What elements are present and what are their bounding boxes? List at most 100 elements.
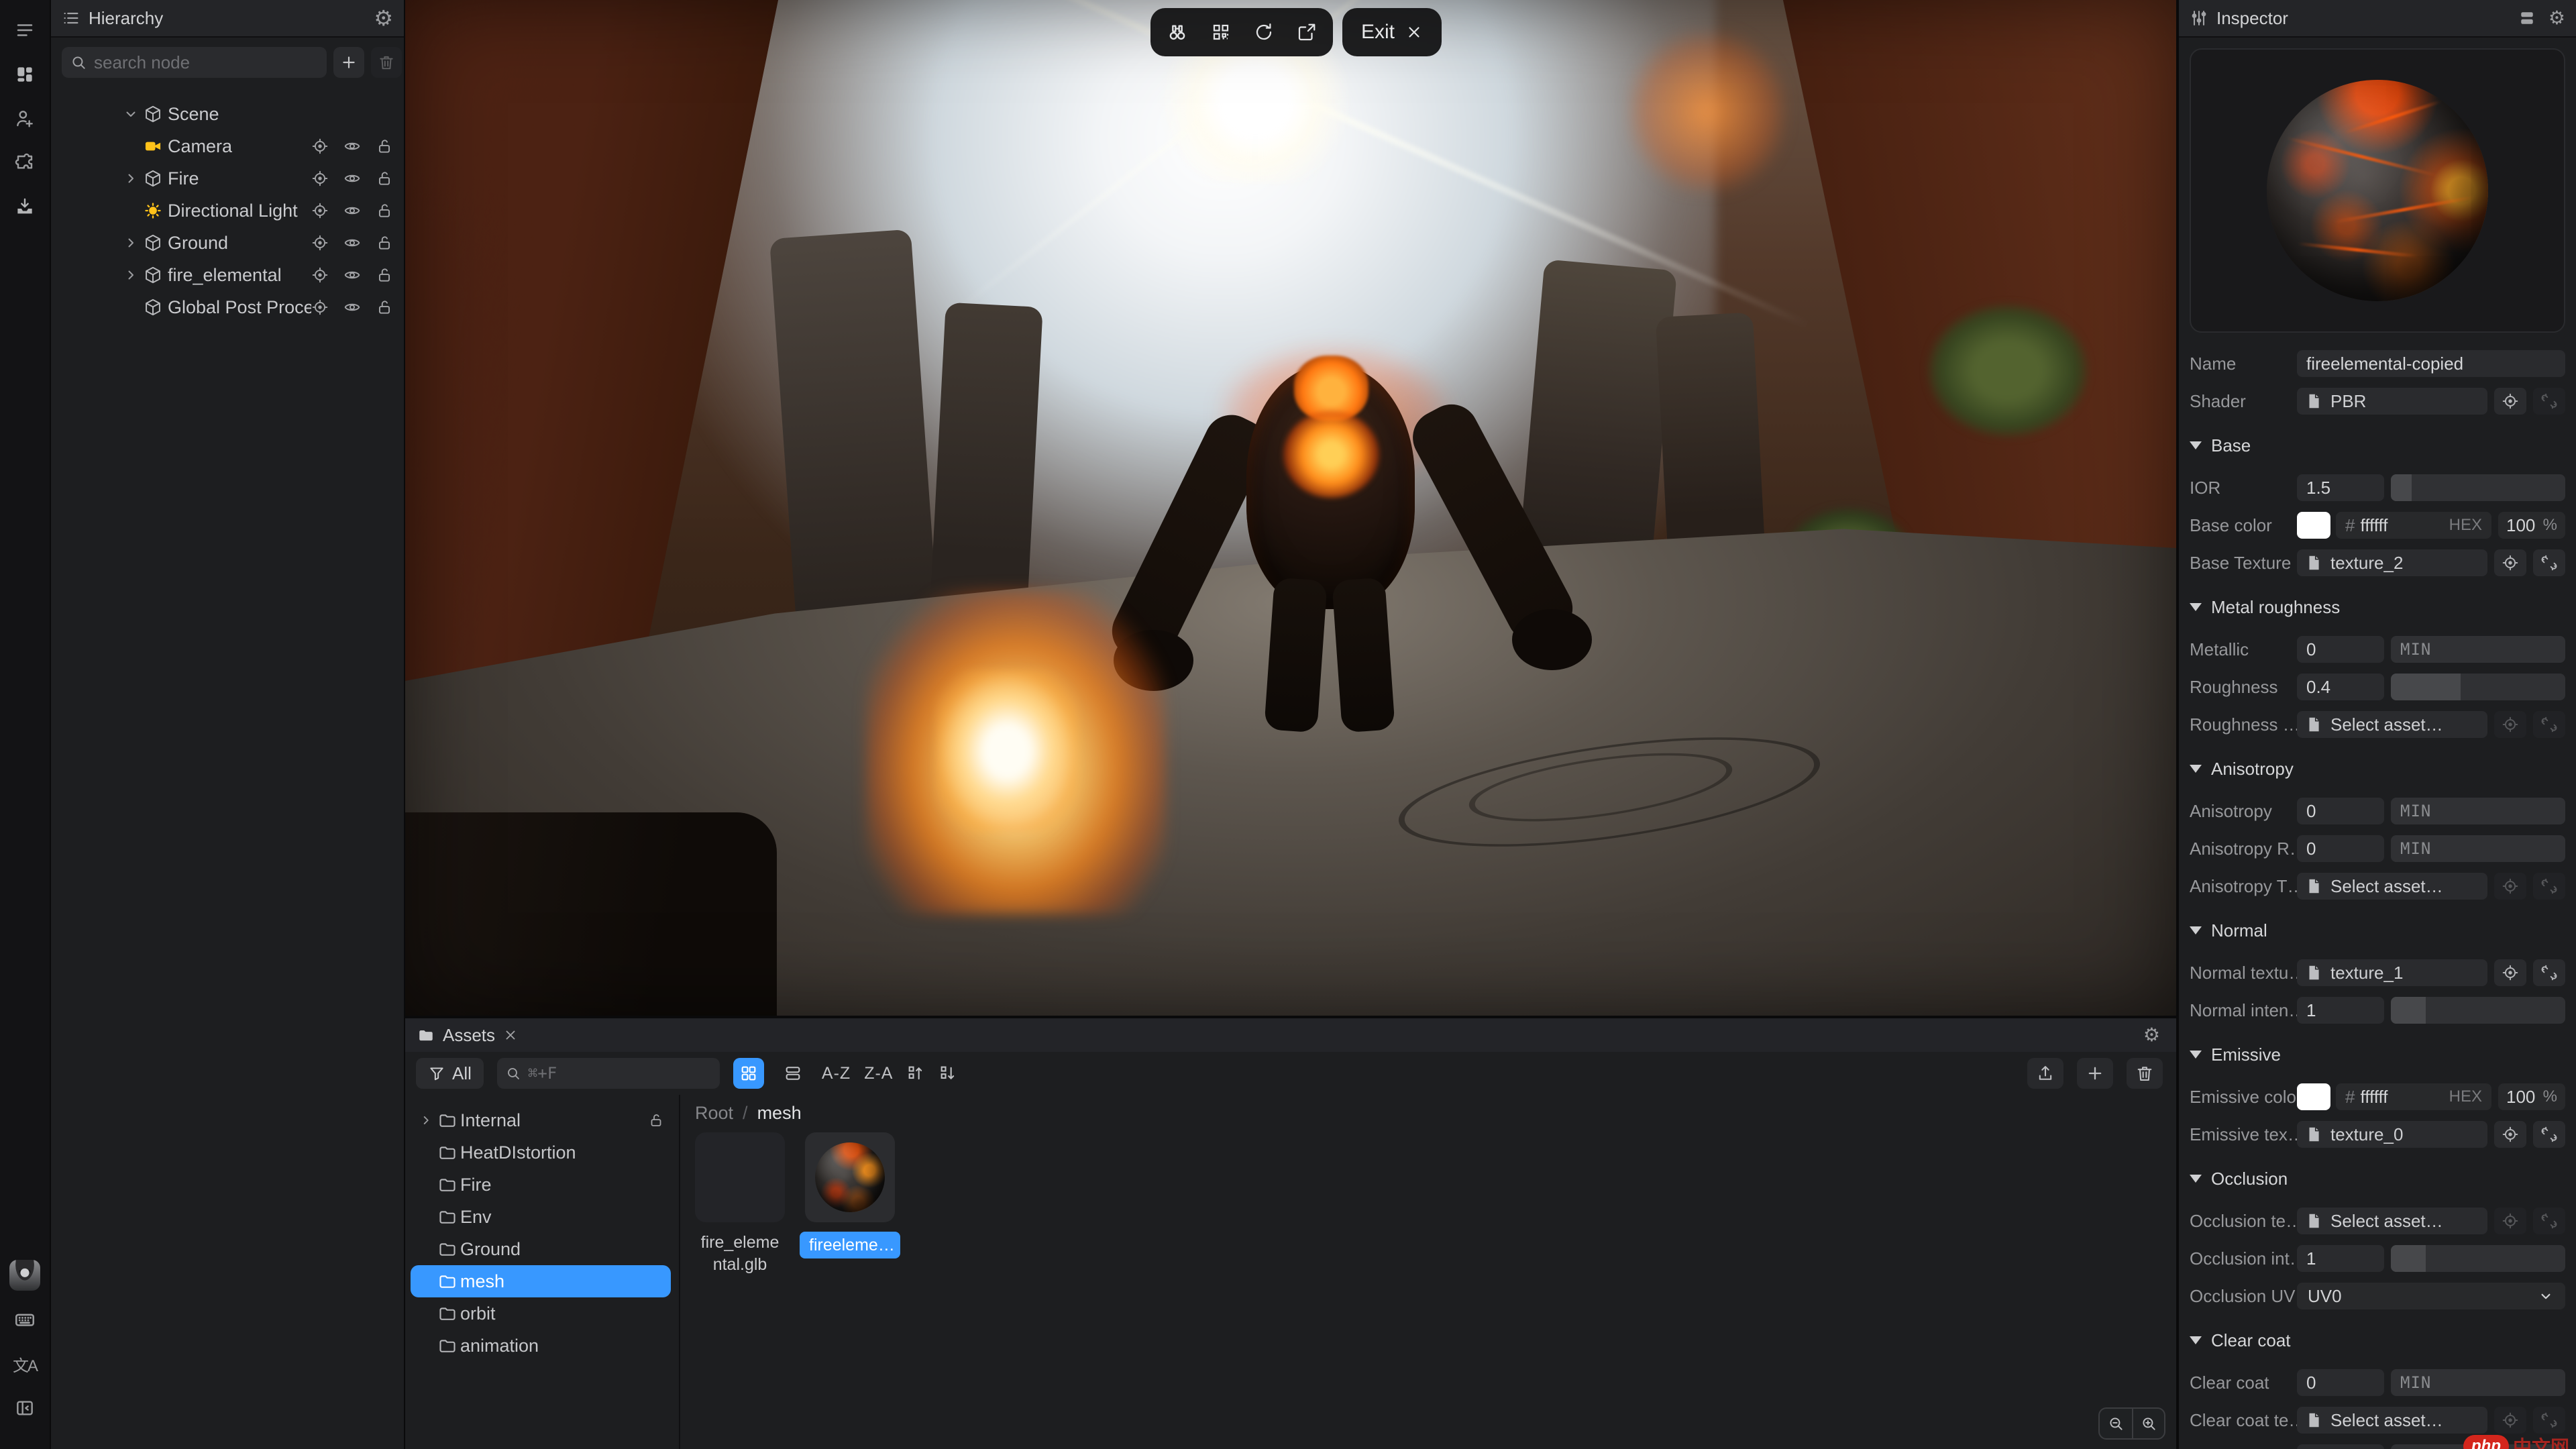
assets-search-input[interactable]	[528, 1064, 712, 1083]
keyboard-shortcuts-icon[interactable]	[9, 1304, 40, 1335]
clear-coat-input[interactable]: 0	[2297, 1369, 2384, 1396]
locate-asset-button[interactable]	[2494, 1407, 2526, 1434]
occlusion-uv-select[interactable]: UV0	[2297, 1283, 2565, 1309]
add-user-icon[interactable]	[9, 103, 40, 134]
lock-icon[interactable]	[376, 138, 393, 155]
asset-item-material-selected[interactable]: fireeleme…	[805, 1132, 895, 1275]
delete-node-button[interactable]	[371, 47, 402, 78]
anisotropy-rotation-slider[interactable]: MIN	[2391, 835, 2565, 862]
locate-asset-button[interactable]	[2494, 711, 2526, 738]
list-view-button[interactable]	[777, 1058, 808, 1089]
plugin-icon[interactable]	[9, 148, 40, 178]
unlink-asset-button[interactable]	[2533, 711, 2565, 738]
tree-node-fire-elemental[interactable]: fire_elemental	[51, 259, 404, 291]
tab-assets[interactable]: Assets	[417, 1025, 518, 1046]
language-icon[interactable]	[9, 1348, 40, 1379]
inspector-settings-icon[interactable]: ⚙	[2548, 9, 2565, 28]
grid-view-button[interactable]	[733, 1058, 764, 1089]
section-header-normal[interactable]: Normal	[2190, 920, 2565, 941]
exit-button[interactable]: Exit	[1342, 8, 1442, 56]
folder-heatdistortion[interactable]: HeatDIstortion	[411, 1136, 671, 1169]
tree-node-scene[interactable]: Scene	[51, 98, 404, 130]
chevron-right-icon[interactable]	[121, 170, 141, 186]
menu-icon[interactable]	[9, 15, 40, 46]
occlusion-texture-field[interactable]: Select asset…	[2297, 1208, 2487, 1234]
tree-node-global-post-process[interactable]: Global Post Process	[51, 291, 404, 323]
hierarchy-settings-icon[interactable]: ⚙	[374, 7, 393, 29]
lock-icon[interactable]	[376, 234, 393, 252]
locate-asset-button[interactable]	[2494, 873, 2526, 900]
folder-ground[interactable]: Ground	[411, 1233, 671, 1265]
folder-internal[interactable]: Internal	[411, 1104, 671, 1136]
roughness-input[interactable]: 0.4	[2297, 674, 2384, 700]
anisotropy-texture-field[interactable]: Select asset…	[2297, 873, 2487, 900]
alpha-input[interactable]: 100 %	[2498, 512, 2565, 539]
chevron-right-icon[interactable]	[417, 1113, 435, 1128]
visibility-icon[interactable]	[343, 138, 361, 155]
visibility-icon[interactable]	[343, 266, 361, 284]
dashboard-icon[interactable]	[9, 59, 40, 90]
normal-texture-field[interactable]: texture_1	[2297, 959, 2487, 986]
occlusion-intensity-input[interactable]: 1	[2297, 1245, 2384, 1272]
roughness-slider[interactable]	[2391, 674, 2565, 700]
close-tab-icon[interactable]	[503, 1028, 518, 1042]
import-icon[interactable]	[9, 192, 40, 223]
chevron-right-icon[interactable]	[121, 267, 141, 283]
unlink-asset-button[interactable]	[2533, 1407, 2565, 1434]
ior-input[interactable]: 1.5	[2297, 474, 2384, 501]
tree-node-directional-light[interactable]: Directional Light	[51, 195, 404, 227]
section-header-clear-coat[interactable]: Clear coat	[2190, 1330, 2565, 1351]
sort-ascending-icon[interactable]	[906, 1064, 925, 1083]
unlink-asset-button[interactable]	[2533, 1121, 2565, 1148]
lock-icon[interactable]	[376, 266, 393, 284]
visibility-icon[interactable]	[343, 234, 361, 252]
focus-icon[interactable]	[311, 138, 329, 155]
roughness-texture-field[interactable]: Select asset…	[2297, 711, 2487, 738]
user-avatar[interactable]	[9, 1260, 40, 1291]
focus-icon[interactable]	[311, 202, 329, 219]
lock-icon[interactable]	[376, 202, 393, 219]
sort-az-button[interactable]: A-Z	[822, 1064, 851, 1083]
base-texture-field[interactable]: texture_2	[2297, 549, 2487, 576]
locate-asset-button[interactable]	[2494, 959, 2526, 986]
assets-search[interactable]	[497, 1058, 720, 1089]
filter-button[interactable]: All	[416, 1058, 484, 1089]
focus-icon[interactable]	[311, 234, 329, 252]
anisotropy-input[interactable]: 0	[2297, 798, 2384, 824]
material-preview-card[interactable]	[2190, 48, 2565, 333]
material-name-input[interactable]	[2297, 350, 2565, 377]
visibility-icon[interactable]	[343, 202, 361, 219]
section-header-emissive[interactable]: Emissive	[2190, 1044, 2565, 1065]
hierarchy-search[interactable]	[62, 47, 327, 78]
hex-input[interactable]: # ffffff HEX	[2336, 1083, 2491, 1110]
section-header-anisotropy[interactable]: Anisotropy	[2190, 758, 2565, 780]
folder-mesh-selected[interactable]: mesh	[411, 1265, 671, 1297]
qr-code-icon[interactable]	[1211, 22, 1231, 42]
visibility-icon[interactable]	[343, 299, 361, 316]
color-swatch[interactable]	[2297, 512, 2330, 539]
locate-asset-button[interactable]	[2494, 549, 2526, 576]
stack-view-icon[interactable]	[2518, 9, 2536, 28]
chevron-down-icon[interactable]	[121, 106, 141, 122]
visibility-icon[interactable]	[343, 170, 361, 187]
upload-asset-button[interactable]	[2027, 1058, 2063, 1089]
folder-env[interactable]: Env	[411, 1201, 671, 1233]
hex-input[interactable]: # ffffff HEX	[2336, 512, 2491, 539]
color-swatch[interactable]	[2297, 1083, 2330, 1110]
breadcrumb-root[interactable]: Root	[695, 1103, 733, 1124]
zoom-in-icon[interactable]	[2132, 1409, 2164, 1438]
lock-icon[interactable]	[376, 299, 393, 316]
folder-animation[interactable]: animation	[411, 1330, 671, 1362]
unlink-asset-button[interactable]	[2533, 1208, 2565, 1234]
folder-fire[interactable]: Fire	[411, 1169, 671, 1201]
add-asset-button[interactable]	[2077, 1058, 2113, 1089]
assets-settings-icon[interactable]: ⚙	[2143, 1026, 2160, 1044]
section-header-metal-roughness[interactable]: Metal roughness	[2190, 596, 2565, 618]
metallic-input[interactable]: 0	[2297, 636, 2384, 663]
tree-node-ground[interactable]: Ground	[51, 227, 404, 259]
unlink-asset-button[interactable]	[2533, 549, 2565, 576]
sort-za-button[interactable]: Z-A	[864, 1064, 893, 1083]
anisotropy-slider[interactable]: MIN	[2391, 798, 2565, 824]
collapse-panel-icon[interactable]	[9, 1393, 40, 1424]
clear-coat-slider[interactable]: MIN	[2391, 1369, 2565, 1396]
